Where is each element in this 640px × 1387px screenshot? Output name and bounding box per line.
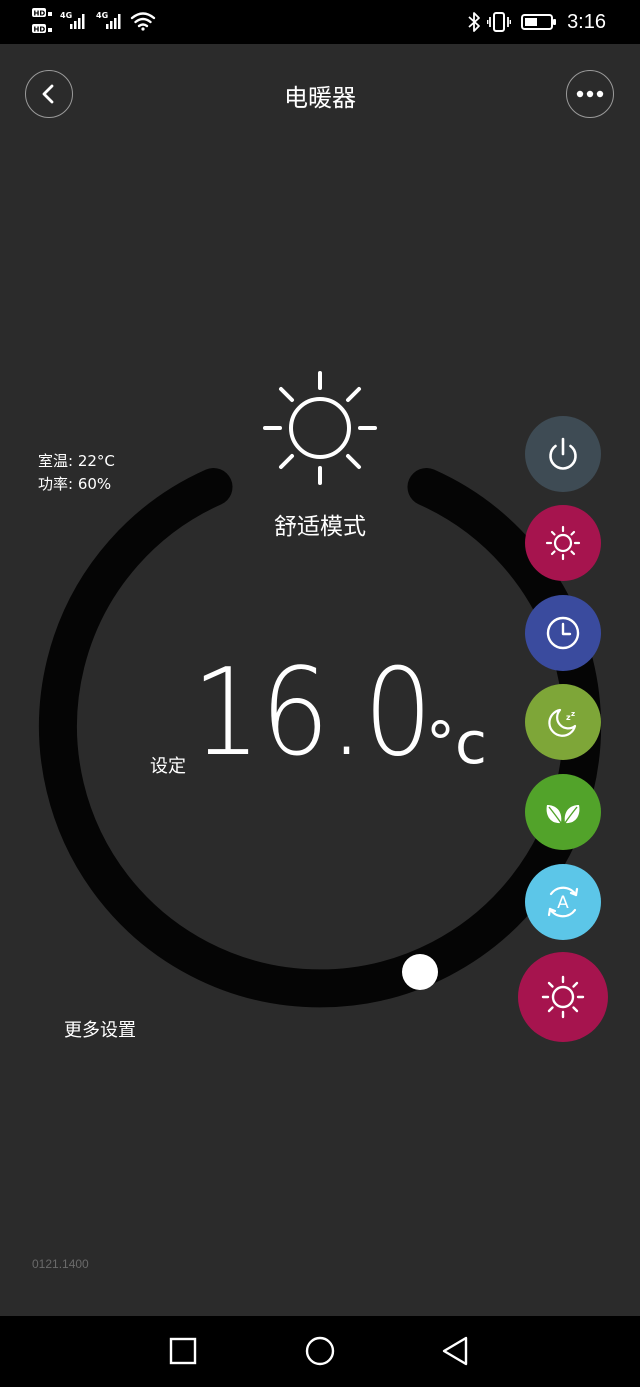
current-mode-toggle[interactable] [518, 952, 608, 1042]
hd-icon: HD HD [32, 8, 52, 34]
svg-text:A: A [557, 893, 569, 913]
power-icon [549, 437, 577, 470]
svg-text:HD: HD [34, 10, 46, 18]
leaf-icon [546, 805, 580, 824]
navigation-bar [0, 1316, 640, 1387]
room-temperature: 室温: 22°C [38, 452, 115, 470]
signal-status-icons: HD HD 4G 4G [32, 8, 156, 34]
svg-text:HD: HD [34, 26, 46, 34]
auto-mode-button[interactable]: A [525, 864, 601, 940]
clock-time: 3:16 [567, 10, 606, 33]
svg-text:z: z [571, 710, 575, 718]
header: 电暖器 [0, 44, 640, 144]
circle-icon[interactable] [304, 1335, 336, 1367]
version-number: 0121.1400 [32, 1257, 89, 1271]
more-settings-link[interactable]: 更多设置 [64, 1016, 136, 1042]
page-title: 电暖器 [284, 84, 356, 112]
more-button[interactable] [566, 70, 614, 118]
sun-icon [545, 525, 581, 561]
wifi-icon [130, 12, 156, 31]
signal-4g-icon: 4G [60, 11, 85, 29]
dial-knob[interactable] [402, 954, 438, 990]
svg-text:4G: 4G [96, 11, 108, 20]
signal-4g-icon-2: 4G [96, 11, 121, 29]
power-button[interactable] [525, 416, 601, 492]
comfort-mode-button[interactable] [525, 505, 601, 581]
set-label: 设定 [150, 756, 186, 777]
auto-icon: A [547, 886, 579, 918]
battery-icon [521, 14, 557, 30]
sun-icon [541, 975, 585, 1019]
svg-text:4G: 4G [60, 11, 72, 20]
vibrate-icon [487, 12, 512, 32]
sleep-mode-button[interactable]: z z [525, 684, 601, 760]
timer-button[interactable] [525, 595, 601, 671]
temperature-unit: °c [426, 709, 487, 777]
moon-icon: z z [548, 708, 577, 737]
power-level: 功率: 60% [38, 475, 112, 493]
room-info: 室温: 22°C 功率: 60% [38, 450, 115, 496]
eco-mode-button[interactable] [525, 774, 601, 850]
bluetooth-icon [468, 12, 480, 32]
more-horizontal-icon [576, 90, 604, 98]
sun-icon [263, 371, 377, 485]
screen: HD HD 4G 4G 3:16 电暖器 室温: 22°C 功率: 60% 舒适… [0, 0, 640, 1387]
set-temperature: 16.0 [192, 644, 433, 783]
status-bar: HD HD 4G 4G 3:16 [0, 0, 640, 44]
status-right: 3:16 [467, 0, 606, 44]
triangle-back-icon[interactable] [440, 1335, 470, 1367]
clock-icon [546, 616, 580, 650]
square-icon[interactable] [168, 1336, 198, 1366]
